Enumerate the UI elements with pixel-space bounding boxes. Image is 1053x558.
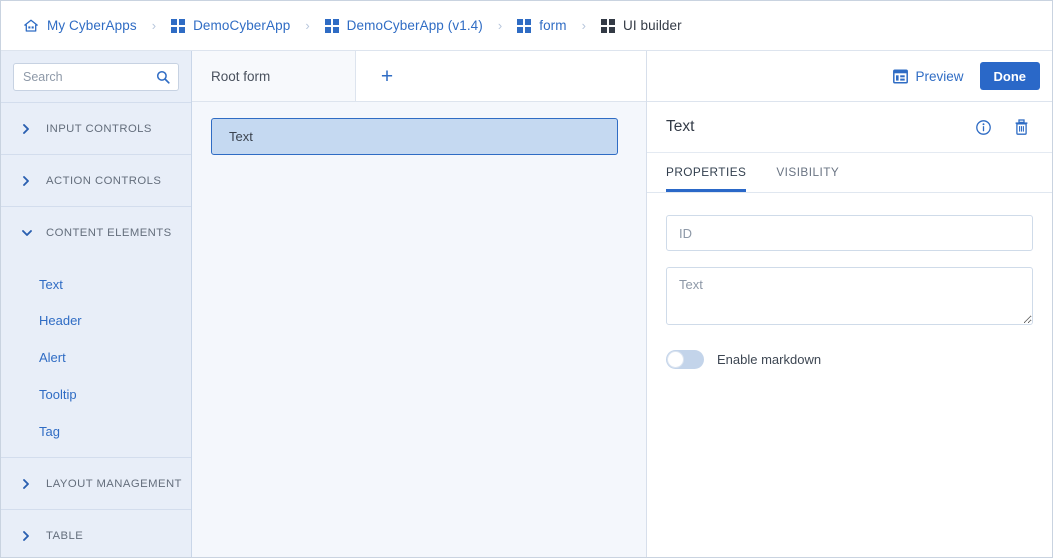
tab-visibility[interactable]: VISIBILITY xyxy=(776,165,839,192)
breadcrumb-label: DemoCyberApp (v1.4) xyxy=(346,18,483,33)
search-input[interactable] xyxy=(14,64,178,90)
id-field[interactable] xyxy=(666,215,1033,251)
sidebar-section-label: LAYOUT MANAGEMENT xyxy=(46,477,182,490)
canvas-tabstrip: Root form + xyxy=(192,51,646,102)
enable-markdown-label: Enable markdown xyxy=(717,352,822,367)
sidebar-section-label: TABLE xyxy=(46,529,84,542)
info-circle-icon[interactable] xyxy=(975,119,992,136)
breadcrumb-item-ui-builder: UI builder xyxy=(600,18,682,33)
grid-icon xyxy=(171,18,186,33)
sidebar-section-content-elements[interactable]: CONTENT ELEMENTS xyxy=(1,207,191,259)
sidebar-content-elements-list: Text Header Alert Tooltip Tag xyxy=(1,259,191,458)
breadcrumb-label: form xyxy=(539,18,567,33)
sidebar-item-label: Text xyxy=(39,277,63,292)
done-button[interactable]: Done xyxy=(979,62,1040,90)
breadcrumb-item-democyberapp[interactable]: DemoCyberApp xyxy=(171,18,290,33)
chevron-right-icon xyxy=(21,478,37,490)
properties-header-actions xyxy=(975,118,1030,136)
sidebar-item-alert[interactable]: Alert xyxy=(1,339,191,376)
search-container xyxy=(1,51,191,103)
grid-icon-dark xyxy=(600,18,615,33)
canvas-element-text[interactable]: Text xyxy=(211,118,618,155)
workspace: INPUT CONTROLS ACTION CONTROLS CON xyxy=(1,51,1052,557)
form-canvas-pane: Root form + Text xyxy=(192,51,647,557)
breadcrumb-item-my-cyberapps[interactable]: My CyberApps xyxy=(23,18,137,34)
chevron-down-icon xyxy=(21,228,37,238)
search-box[interactable] xyxy=(13,63,179,91)
text-field[interactable] xyxy=(666,267,1033,325)
add-tab-button[interactable]: + xyxy=(356,51,418,101)
breadcrumb-label: UI builder xyxy=(622,18,682,33)
home-icon xyxy=(23,18,39,34)
properties-form: Enable markdown xyxy=(647,193,1052,557)
properties-header: Text xyxy=(647,102,1052,153)
canvas-element-label: Text xyxy=(229,129,253,144)
toggle-knob xyxy=(667,351,684,368)
chevron-right-icon xyxy=(21,123,37,135)
breadcrumb-separator: › xyxy=(305,18,310,33)
tab-root-form[interactable]: Root form xyxy=(192,51,356,101)
sidebar-item-label: Tooltip xyxy=(39,387,77,402)
tab-label: Root form xyxy=(211,68,271,84)
sidebar-section-label: ACTION CONTROLS xyxy=(46,174,162,187)
sidebar-item-tag[interactable]: Tag xyxy=(1,413,191,450)
plus-icon: + xyxy=(380,64,394,88)
breadcrumb-item-democyberapp-v14[interactable]: DemoCyberApp (v1.4) xyxy=(324,18,483,33)
breadcrumb-separator: › xyxy=(151,18,157,33)
trash-icon[interactable] xyxy=(1013,118,1030,136)
tab-properties[interactable]: PROPERTIES xyxy=(666,165,747,192)
sidebar-item-label: Alert xyxy=(39,350,66,365)
preview-label: Preview xyxy=(915,68,964,84)
sidebar-section-input-controls[interactable]: INPUT CONTROLS xyxy=(1,103,191,155)
properties-tabs: PROPERTIES VISIBILITY xyxy=(647,153,1052,193)
properties-toolbar: Preview Done xyxy=(647,51,1052,102)
breadcrumb-label: My CyberApps xyxy=(47,18,137,33)
page-title: Text xyxy=(666,118,695,135)
sidebar-item-label: Header xyxy=(39,313,82,328)
grid-icon xyxy=(517,18,532,33)
chevron-right-icon xyxy=(21,175,37,187)
sidebar-section-label: CONTENT ELEMENTS xyxy=(46,227,172,239)
breadcrumb-separator: › xyxy=(581,18,586,33)
sidebar-item-header[interactable]: Header xyxy=(1,302,191,339)
properties-pane: Preview Done Text PROPERTIES VISIBILITY … xyxy=(647,51,1052,557)
preview-button[interactable]: Preview xyxy=(891,65,965,88)
breadcrumb-label: DemoCyberApp xyxy=(193,18,291,33)
enable-markdown-row: Enable markdown xyxy=(666,350,1033,369)
sidebar-item-text[interactable]: Text xyxy=(1,265,191,302)
sidebar-item-label: Tag xyxy=(39,424,60,439)
grid-icon xyxy=(324,18,339,33)
form-canvas[interactable]: Text xyxy=(192,102,646,557)
breadcrumb-item-form[interactable]: form xyxy=(517,18,567,33)
sidebar-item-tooltip[interactable]: Tooltip xyxy=(1,376,191,413)
sidebar-section-action-controls[interactable]: ACTION CONTROLS xyxy=(1,155,191,207)
sidebar-section-label: INPUT CONTROLS xyxy=(46,122,152,135)
ui-builder-window: My CyberApps › DemoCyberApp › DemoCyberA… xyxy=(0,0,1053,558)
breadcrumb-separator: › xyxy=(497,18,503,33)
chevron-right-icon xyxy=(21,530,37,542)
sidebar-section-layout-management[interactable]: LAYOUT MANAGEMENT xyxy=(1,458,191,510)
search-icon[interactable] xyxy=(156,70,170,84)
breadcrumb: My CyberApps › DemoCyberApp › DemoCyberA… xyxy=(1,1,1052,51)
enable-markdown-toggle[interactable] xyxy=(666,350,704,369)
component-palette-sidebar: INPUT CONTROLS ACTION CONTROLS CON xyxy=(1,51,192,557)
sidebar-section-table[interactable]: TABLE xyxy=(1,510,191,557)
layout-preview-icon xyxy=(893,69,909,84)
